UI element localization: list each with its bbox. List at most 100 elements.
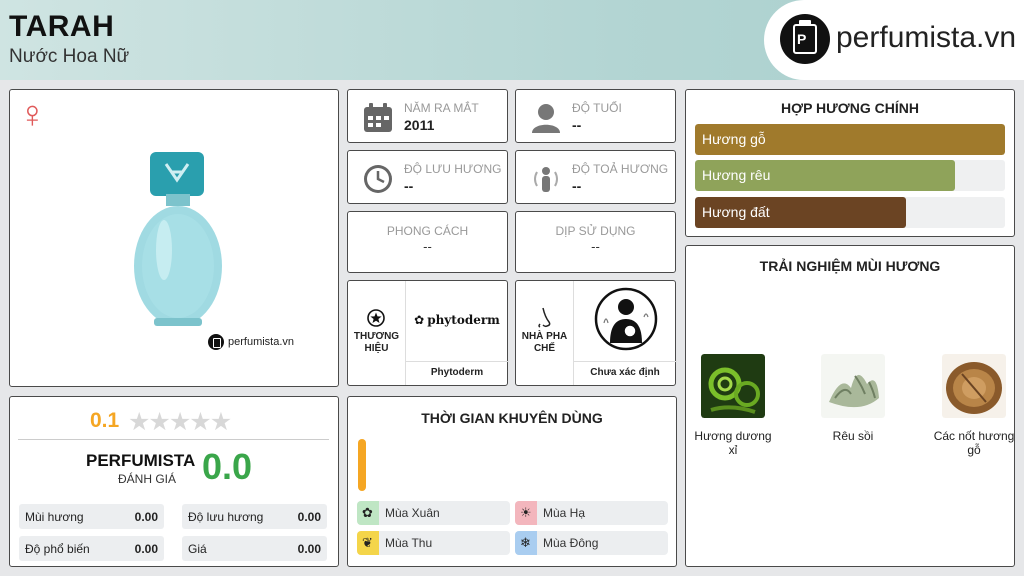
style-label: PHONG CÁCH (386, 224, 469, 238)
snowflake-icon: ❄ (520, 535, 531, 550)
watermark: perfumista.vn (208, 334, 294, 350)
recommended-time-card: THỜI GIAN KHUYÊN DÙNG ✿ Mùa Xuân ☀ Mùa H… (347, 396, 677, 567)
oakmoss-image (821, 354, 885, 418)
watermark-text: perfumista.vn (228, 336, 295, 348)
perfumer-side-label: NHÀ PHA CHẾ (521, 331, 568, 354)
flower-icon: ✿ (362, 505, 373, 520)
star-icon[interactable]: ★ (148, 408, 170, 436)
perfumer-name-caption: Chưa xác định (573, 361, 677, 385)
perfumista-rating-score: 0.0 (202, 446, 253, 487)
header: TARAH Nước Hoa Nữ P perfumista.vn (0, 0, 1024, 80)
season-autumn: ❦ Mùa Thu (357, 531, 510, 555)
season-spring: ✿ Mùa Xuân (357, 501, 510, 525)
leaf-icon: ✿ (414, 313, 425, 327)
main-accords-card: HỢP HƯƠNG CHÍNH Hương gỗ Hương rêu Hương… (685, 89, 1015, 237)
perfumista-rating-label: PERFUMISTA (86, 451, 196, 470)
sun-icon: ☀ (520, 505, 532, 520)
style-value: -- (423, 239, 432, 254)
perfume-bottle-logo-icon: P (780, 14, 830, 64)
day-night-indicator (358, 439, 366, 491)
product-image-card: ♀ perfumista.vn (9, 89, 339, 387)
perfumer-tile[interactable]: NHÀ PHA CHẾ Chưa xác định (515, 280, 677, 386)
stat-label: Mùi hương (25, 510, 84, 524)
occasion-box: DỊP SỬ DỤNG -- (515, 211, 676, 273)
season-label: Mùa Xuân (385, 506, 440, 520)
perfumista-rating-sublabel: ĐÁNH GIÁ (118, 472, 177, 486)
perfumer-avatar-icon (594, 287, 658, 351)
season-winter: ❄ Mùa Đông (515, 531, 668, 555)
brand-tile[interactable]: THƯƠNG HIỆU ✿ phytoderm Phytoderm (347, 280, 509, 386)
clock-icon (364, 165, 392, 193)
main-accords-title: HỢP HƯƠNG CHÍNH (781, 100, 919, 116)
note-item[interactable]: Rêu sồi (810, 354, 896, 443)
release-year-value: 2011 (404, 117, 435, 133)
stat-label: Độ phổ biến (25, 542, 90, 556)
star-badge-icon (367, 309, 385, 327)
longevity-label: ĐỘ LƯU HƯƠNG (404, 162, 502, 176)
brand-side: THƯƠNG HIỆU (348, 281, 405, 385)
age-label: ĐỘ TUỔI (572, 101, 622, 115)
brand-logo-text: phytoderm (427, 313, 500, 327)
note-item[interactable]: Các nốt hương gỗ (931, 354, 1017, 457)
perfume-bottle-logo-icon (208, 334, 224, 350)
sillage-box: ĐỘ TOẢ HƯƠNG -- (515, 150, 676, 204)
perfumer-side: NHÀ PHA CHẾ (516, 281, 573, 385)
user-rating-score: 0.1 (90, 409, 120, 432)
recommended-time-title: THỜI GIAN KHUYÊN DÙNG (421, 410, 603, 426)
star-rating[interactable]: ★★★★★ (128, 407, 232, 437)
leaf-icon: ❦ (362, 535, 373, 550)
nose-icon (538, 307, 551, 328)
sillage-label: ĐỘ TOẢ HƯƠNG (572, 162, 669, 176)
person-icon (532, 104, 560, 133)
season-label: Mùa Thu (385, 536, 433, 550)
stat-value: 0.00 (134, 542, 158, 556)
occasion-value: -- (591, 239, 600, 254)
age-value: -- (572, 117, 582, 133)
accord-bar: Hương rêu (695, 160, 1005, 191)
release-year-box: NĂM RA MẮT 2011 (347, 89, 508, 143)
stat-scent: Mùi hương 0.00 (19, 504, 164, 529)
accord-bar: Hương đất (695, 197, 1005, 228)
star-icon[interactable]: ★ (189, 408, 211, 436)
stat-label: Giá (188, 542, 207, 556)
season-label: Mùa Đông (543, 536, 599, 550)
stat-popularity: Độ phổ biến 0.00 (19, 536, 164, 561)
stat-value: 0.00 (297, 510, 321, 524)
perfume-subtitle: Nước Hoa Nữ (9, 46, 130, 67)
brand-name-caption: Phytoderm (405, 361, 509, 385)
accord-label: Hương rêu (702, 167, 771, 183)
scent-experience-card: TRẢI NGHIỆM MÙI HƯƠNG Hương dương xỉ Rêu… (685, 245, 1015, 567)
radiating-person-icon (534, 167, 558, 192)
star-icon[interactable]: ★ (128, 408, 150, 436)
note-name: Các nốt hương gỗ (933, 429, 1015, 457)
brand-name: perfumista.vn (836, 21, 1017, 54)
divider (18, 439, 329, 440)
brand-side-label: THƯƠNG HIỆU (353, 331, 400, 354)
note-name: Rêu sồi (832, 429, 874, 443)
female-gender-icon: ♀ (18, 94, 47, 136)
perfume-title: TARAH (9, 10, 115, 43)
season-summer: ☀ Mùa Hạ (515, 501, 668, 525)
wood-image (942, 354, 1006, 418)
stat-value: 0.00 (297, 542, 321, 556)
longevity-value: -- (404, 178, 414, 194)
scent-experience-title: TRẢI NGHIỆM MÙI HƯƠNG (759, 258, 941, 274)
longevity-box: ĐỘ LƯU HƯƠNG -- (347, 150, 508, 204)
star-icon[interactable]: ★ (210, 408, 232, 436)
sillage-value: -- (572, 178, 582, 194)
rating-card: 0.1 ★★★★★ PERFUMISTA ĐÁNH GIÁ 0.0 Mùi hư… (9, 396, 339, 567)
accord-bar: Hương gỗ (695, 124, 1005, 155)
occasion-label: DỊP SỬ DỤNG (555, 224, 636, 238)
note-name: Hương dương xỉ (694, 429, 772, 457)
accord-label: Hương đất (702, 204, 770, 220)
season-label: Mùa Hạ (543, 506, 586, 520)
fern-image (701, 354, 765, 418)
style-box: PHONG CÁCH -- (347, 211, 508, 273)
star-icon[interactable]: ★ (169, 408, 191, 436)
note-item[interactable]: Hương dương xỉ (690, 354, 776, 457)
age-box: ĐỘ TUỔI -- (515, 89, 676, 143)
brand-logo-link[interactable]: P perfumista.vn (764, 0, 1024, 80)
calendar-icon (364, 103, 392, 132)
stat-value: 0.00 (134, 510, 158, 524)
stat-longevity: Độ lưu hương 0.00 (182, 504, 327, 529)
